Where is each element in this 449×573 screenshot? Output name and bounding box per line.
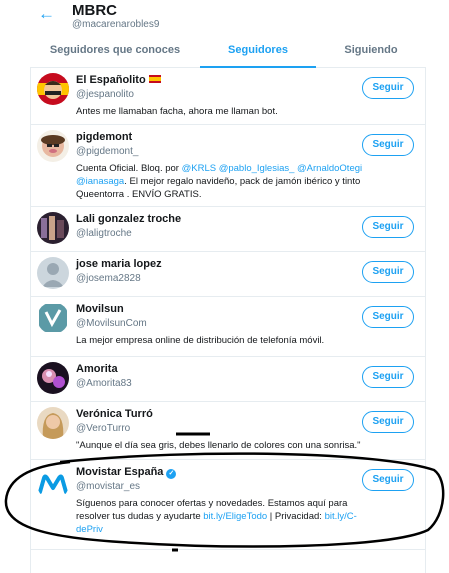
user-name[interactable]: Lali gonzalez troche [76, 213, 181, 225]
user-name[interactable]: Amorita [76, 363, 118, 375]
verified-badge-icon: ✓ [166, 469, 177, 479]
mention-link[interactable]: @KRLS [182, 163, 216, 174]
follow-button[interactable]: Seguir [362, 77, 414, 99]
follow-button[interactable]: Seguir [362, 411, 414, 433]
user-bio: Cuenta Oficial. Bloq. por @KRLS @pablo_I… [76, 163, 363, 200]
bio-link[interactable]: bit.ly/EligeTodo [203, 511, 267, 522]
followers-list: El Españolito @jespanolito Antes me llam… [30, 68, 426, 573]
user-handle[interactable]: @josema2828 [76, 273, 141, 284]
list-item[interactable]: Verónica Turró @VeroTurro "Aunque el día… [31, 402, 425, 460]
list-item[interactable]: El Españolito @jespanolito Antes me llam… [31, 68, 425, 125]
tab-followers[interactable]: Seguidores [200, 36, 316, 68]
avatar[interactable] [37, 73, 69, 105]
avatar[interactable] [37, 407, 69, 439]
avatar-cartoon-icon [37, 130, 69, 162]
user-handle[interactable]: @MovilsunCom [76, 318, 147, 329]
back-arrow-icon[interactable]: ← [38, 5, 55, 22]
user-name[interactable]: Movilsun [76, 303, 124, 315]
profile-handle: @macarenarobles9 [72, 19, 160, 30]
user-bio: Antes me llamaban facha, ahora me llaman… [76, 106, 278, 117]
user-handle[interactable]: @jespanolito [76, 89, 134, 100]
user-handle[interactable]: @VeroTurro [76, 423, 130, 434]
list-item[interactable]: Amorita @Amorita83 Seguir [31, 357, 425, 402]
profile-name: MBRC [72, 2, 117, 19]
avatar[interactable] [37, 257, 69, 289]
avatar[interactable] [37, 302, 69, 334]
follow-button[interactable]: Seguir [362, 261, 414, 283]
profile-header: ← MBRC @macarenarobles9 [0, 0, 449, 36]
user-handle[interactable]: @movistar_es [76, 481, 140, 492]
movistar-logo-icon [37, 468, 69, 500]
list-item[interactable]: jose maria lopez @josema2828 Seguir [31, 252, 425, 297]
avatar[interactable] [37, 130, 69, 162]
movilsun-logo-icon [37, 302, 69, 334]
list-item[interactable]: Lali gonzalez troche @laligtroche Seguir [31, 207, 425, 252]
follow-button[interactable]: Seguir [362, 306, 414, 328]
follow-tabs: Seguidores que conoces Seguidores Siguie… [30, 36, 426, 68]
follow-button[interactable]: Seguir [362, 469, 414, 491]
list-item[interactable]: Movistar España ✓ @movistar_es Síguenos p… [31, 460, 425, 550]
user-name[interactable]: Verónica Turró [76, 408, 153, 420]
tab-followers-you-know[interactable]: Seguidores que conoces [30, 36, 200, 68]
follow-button[interactable]: Seguir [362, 366, 414, 388]
list-item[interactable]: pigdemont @pigdemont_ Cuenta Oficial. Bl… [31, 125, 425, 207]
avatar-photo-icon [37, 362, 69, 394]
user-bio: La mejor empresa online de distribución … [76, 335, 325, 346]
user-name[interactable]: pigdemont [76, 131, 132, 143]
mention-link[interactable]: @pablo_Iglesias_ [219, 163, 295, 174]
user-handle[interactable]: @pigdemont_ [76, 146, 138, 157]
list-item[interactable]: Movilsun @MovilsunCom La mejor empresa o… [31, 297, 425, 357]
user-bio: "Aunque el día sea gris, debes llenarlo … [76, 440, 361, 451]
avatar-photo-icon [37, 212, 69, 244]
follow-button[interactable]: Seguir [362, 134, 414, 156]
tab-following[interactable]: Siguiendo [316, 36, 426, 68]
avatar[interactable] [37, 212, 69, 244]
user-handle[interactable]: @laligtroche [76, 228, 132, 239]
user-handle[interactable]: @Amorita83 [76, 378, 132, 389]
spain-flag-icon [148, 75, 161, 83]
avatar[interactable] [37, 362, 69, 394]
user-name[interactable]: El Españolito [76, 74, 161, 86]
default-avatar-icon [37, 257, 69, 289]
follow-button[interactable]: Seguir [362, 216, 414, 238]
user-name[interactable]: jose maria lopez [76, 258, 162, 270]
avatar[interactable] [37, 468, 69, 500]
mention-link[interactable]: @ArnaldoOtegi [297, 163, 362, 174]
mention-link[interactable]: @ianasaga [76, 176, 124, 187]
avatar-cartoon-icon [37, 73, 69, 105]
user-name[interactable]: Movistar España ✓ [76, 466, 177, 479]
user-bio: Síguenos para conocer ofertas y novedade… [76, 498, 357, 535]
avatar-photo-icon [37, 407, 69, 439]
